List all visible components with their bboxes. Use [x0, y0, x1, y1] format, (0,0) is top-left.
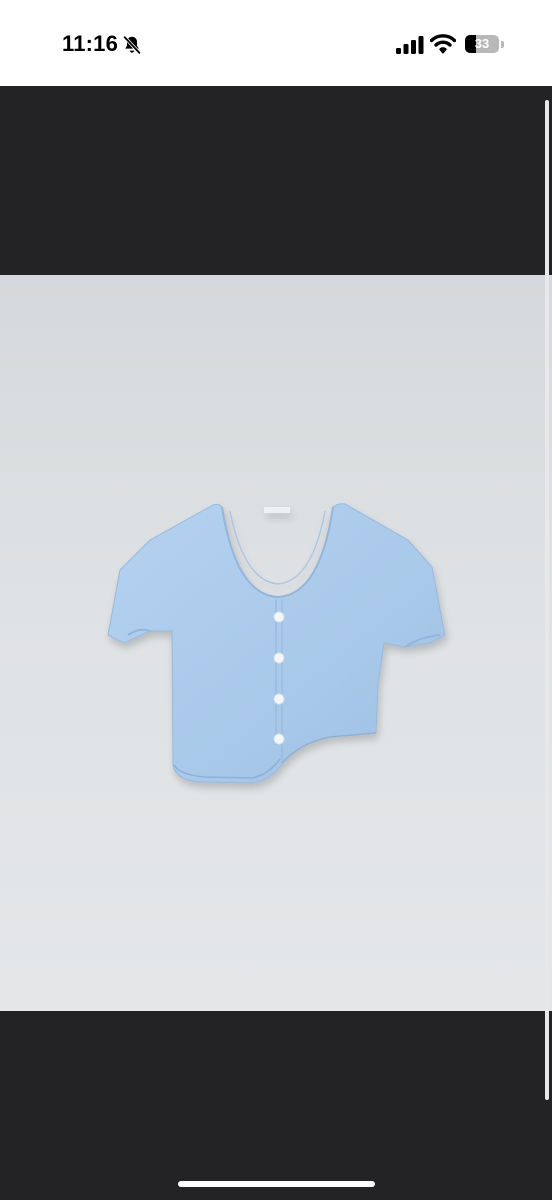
battery-icon: 33: [465, 35, 499, 53]
cellular-signal-icon: [396, 36, 424, 54]
status-time: 11:16: [62, 31, 119, 56]
product-photo[interactable]: [0, 275, 552, 1011]
bell-slash-icon: [123, 35, 141, 55]
home-indicator[interactable]: [178, 1181, 375, 1187]
status-bar: 11:16 33: [0, 0, 552, 86]
battery-cap: [501, 41, 504, 48]
wifi-icon: [430, 34, 456, 54]
cardigan-illustration: [107, 503, 446, 784]
battery-level: 33: [474, 36, 490, 51]
scroll-indicator[interactable]: [545, 100, 549, 1100]
